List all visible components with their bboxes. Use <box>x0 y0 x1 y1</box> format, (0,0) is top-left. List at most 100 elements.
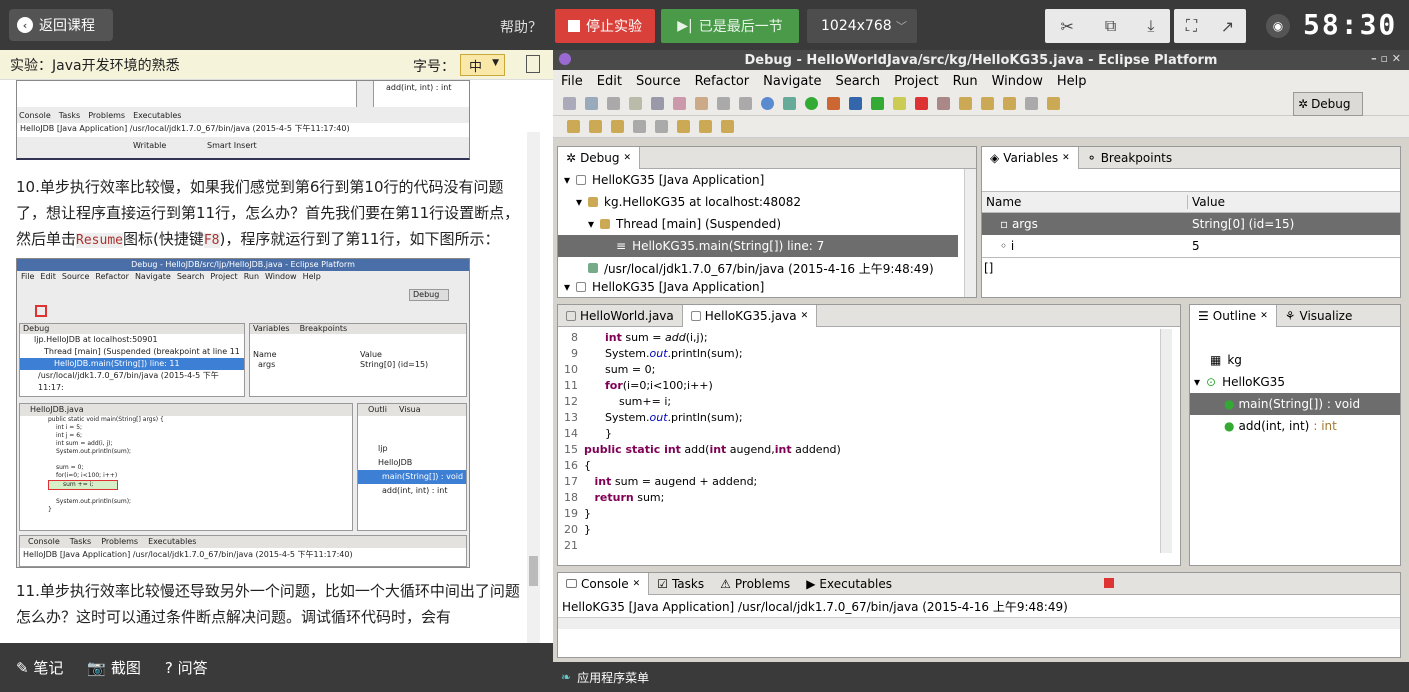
console-tab[interactable]: Console ✕ <box>558 572 650 595</box>
download-icon[interactable]: ⤓ <box>1147 16 1154 36</box>
tasks-tab[interactable]: ☑ Tasks <box>649 573 712 595</box>
variables-tab[interactable]: ◈ Variables ✕ <box>982 146 1079 169</box>
forward-icon[interactable] <box>699 120 712 133</box>
stop-experiment-button[interactable]: 停止实验 <box>555 9 655 43</box>
external-tools-icon[interactable] <box>827 97 840 110</box>
terminate-icon[interactable] <box>915 97 928 110</box>
suspend-icon[interactable] <box>893 97 906 110</box>
tree-item-selected[interactable]: ≡ HelloKG35.main(String[]) line: 7 <box>558 235 958 257</box>
editor-scrollbar[interactable] <box>1160 329 1172 553</box>
terminate-console-icon[interactable] <box>1104 578 1117 591</box>
outline-item-main-selected[interactable]: ● main(String[]) : void <box>1190 393 1400 415</box>
qa-label: 问答 <box>177 659 208 677</box>
menu-window[interactable]: Window <box>992 74 1043 89</box>
toggle-icon[interactable] <box>717 97 730 110</box>
screenshot-button[interactable]: 📷 截图 <box>87 657 140 678</box>
menu-help[interactable]: Help <box>1057 74 1087 89</box>
menu-run[interactable]: Run <box>953 74 978 89</box>
visualize-tab[interactable]: ⚘ Visualize <box>1277 305 1361 327</box>
open-external-icon[interactable]: ↗ <box>1221 17 1234 36</box>
resume-icon[interactable] <box>871 97 884 110</box>
save-icon[interactable] <box>585 97 598 110</box>
tree-item[interactable]: /usr/local/jdk1.7.0_67/bin/java (2015-4-… <box>558 257 976 279</box>
disconnect-icon[interactable] <box>937 97 950 110</box>
resolution-select[interactable]: 1024x768 ﹀ <box>807 9 917 43</box>
debug-run-icon[interactable] <box>783 97 796 110</box>
use-step-filters-icon[interactable] <box>1047 97 1060 110</box>
tree-item[interactable]: ▾ kg.HelloKG35 at localhost:48082 <box>558 191 976 213</box>
debug-scrollbar[interactable] <box>964 169 976 297</box>
block-icon[interactable] <box>739 97 752 110</box>
debug-perspective-button[interactable]: ✲ Debug <box>1293 92 1363 116</box>
console-scrollbar[interactable] <box>558 617 1400 629</box>
editor-tab-helloworld[interactable]: HelloWorld.java <box>558 305 682 327</box>
outline-tab[interactable]: ☰ Outline ✕ <box>1190 304 1277 327</box>
switch-screen-icon[interactable]: ⧉ <box>1105 16 1116 36</box>
notes-button[interactable]: ✎ 笔记 <box>16 657 63 678</box>
variable-row-selected[interactable]: ▫ args String[0] (id=15) <box>982 213 1400 235</box>
folder-icon[interactable] <box>589 120 602 133</box>
code-area[interactable]: 8 int sum = add(i,j); 9 System.out.print… <box>558 327 1180 555</box>
outline-item-package[interactable]: ▦ kg <box>1190 349 1400 371</box>
step-return-icon[interactable] <box>1003 97 1016 110</box>
outline-item-class[interactable]: ▾ ⊙ HelloKG35 <box>1190 371 1400 393</box>
debug-tab[interactable]: ✲ Debug ✕ <box>558 146 641 169</box>
menu-edit[interactable]: Edit <box>597 74 622 89</box>
eye-icon[interactable]: ◉ <box>1266 14 1290 38</box>
close-icon[interactable]: ✕ <box>624 153 632 163</box>
scroll-thumb[interactable] <box>529 556 538 586</box>
last-edit-icon[interactable] <box>721 120 734 133</box>
font-size-select[interactable]: 中 ▼ <box>460 54 505 76</box>
close-icon[interactable]: ✕ <box>633 579 641 589</box>
app-menu-label[interactable]: 应用程序菜单 <box>577 669 649 686</box>
back-to-course-button[interactable]: ‹ 返回课程 <box>9 9 113 41</box>
last-section-button[interactable]: ▶| 已是最后一节 <box>661 9 799 43</box>
menu-project[interactable]: Project <box>894 74 938 89</box>
open-type-icon[interactable] <box>849 97 862 110</box>
pen-icon[interactable] <box>695 97 708 110</box>
back-icon[interactable] <box>677 120 690 133</box>
chevron-down-icon: ﹀ <box>896 20 907 33</box>
step-over-icon[interactable] <box>981 97 994 110</box>
menu-file[interactable]: File <box>561 74 583 89</box>
qa-button[interactable]: ? 问答 <box>165 657 208 678</box>
variable-detail-pane[interactable]: [] <box>982 257 1400 277</box>
open-folder-icon[interactable] <box>567 120 580 133</box>
pin-icon[interactable] <box>611 120 624 133</box>
tree-item[interactable]: ▾ HelloKG35 [Java Application] <box>558 169 976 191</box>
document-icon[interactable] <box>526 55 540 73</box>
run-icon[interactable] <box>805 97 818 110</box>
menu-refactor[interactable]: Refactor <box>695 74 750 89</box>
breakpoints-tab[interactable]: ⚬ Breakpoints <box>1079 147 1181 169</box>
menu-search[interactable]: Search <box>835 74 880 89</box>
menu-navigate[interactable]: Navigate <box>763 74 821 89</box>
variable-row[interactable]: ◦ i 5 <box>982 235 1400 257</box>
menu-item: Run <box>243 272 260 281</box>
skip-breakpoints-icon[interactable] <box>673 97 686 110</box>
annotation-icon[interactable] <box>633 120 646 133</box>
variables-tab-label: Variables <box>1003 150 1059 165</box>
close-icon[interactable]: ✕ <box>801 311 809 321</box>
annotation-prev-icon[interactable] <box>655 120 668 133</box>
lesson-scrollbar[interactable] <box>527 132 540 691</box>
step-into-icon[interactable] <box>959 97 972 110</box>
print-icon[interactable] <box>629 97 642 110</box>
executables-tab[interactable]: ▶ Executables <box>798 573 900 595</box>
close-icon[interactable]: ✕ <box>1062 153 1070 163</box>
close-icon[interactable]: ✕ <box>1260 311 1268 321</box>
fullscreen-icon[interactable]: ⛶ <box>1186 16 1197 36</box>
help-link[interactable]: 帮助？ <box>500 17 542 37</box>
problems-tab[interactable]: ⚠ Problems <box>712 573 798 595</box>
outline-item-add[interactable]: ● add(int, int): int <box>1190 415 1400 437</box>
save-all-icon[interactable] <box>607 97 620 110</box>
drop-frame-icon[interactable] <box>1025 97 1038 110</box>
new-icon[interactable] <box>563 97 576 110</box>
tree-item[interactable]: ▾ HelloKG35 [Java Application] <box>558 279 976 295</box>
window-controls[interactable]: – ▫ ✕ <box>1371 52 1401 65</box>
build-icon[interactable] <box>651 97 664 110</box>
tree-item[interactable]: ▾ Thread [main] (Suspended) <box>558 213 976 235</box>
at-icon[interactable] <box>761 97 774 110</box>
menu-source[interactable]: Source <box>636 74 681 89</box>
editor-tab-hellokg35[interactable]: HelloKG35.java ✕ <box>681 304 818 327</box>
scissors-icon[interactable]: ✂ <box>1061 17 1074 36</box>
